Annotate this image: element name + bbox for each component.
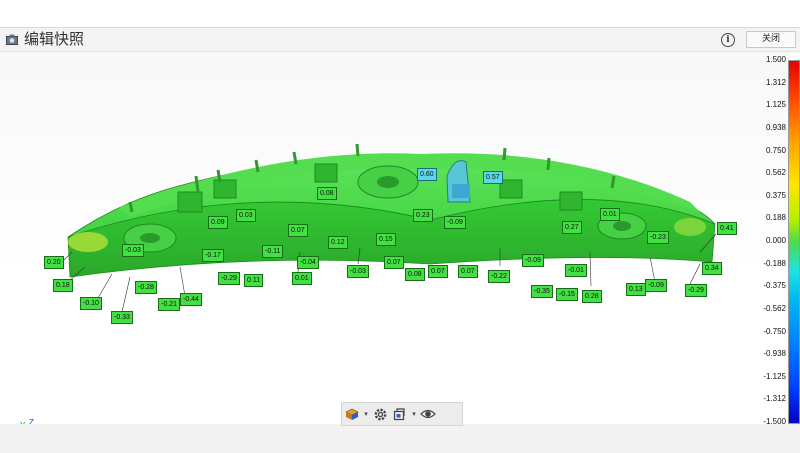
- title-bar: 编辑快照 i 关闭: [0, 27, 800, 52]
- color-scale-tick: -0.938: [763, 349, 786, 359]
- color-scale-bar: [788, 60, 800, 424]
- display-mode-button[interactable]: [342, 404, 362, 424]
- deviation-label: -0.03: [347, 265, 369, 278]
- color-scale-tick: -0.562: [763, 303, 786, 313]
- deviation-label: 0.07: [458, 265, 478, 278]
- deviation-label: -0.10: [80, 297, 102, 310]
- deviation-label: -0.15: [556, 288, 578, 301]
- chevron-down-icon[interactable]: ▾: [362, 410, 370, 418]
- deviation-label: -0.29: [685, 284, 707, 297]
- deviation-label: 0.12: [328, 236, 348, 249]
- color-scale-tick: -1.125: [763, 371, 786, 381]
- deviation-label: 0.41: [717, 222, 737, 235]
- deviation-label: 0.01: [292, 272, 312, 285]
- color-scale-tick: 1.500: [765, 55, 786, 64]
- deviation-label: -0.09: [444, 216, 466, 229]
- color-scale-tick: -0.188: [763, 258, 786, 268]
- settings-button[interactable]: [370, 404, 390, 424]
- close-button[interactable]: 关闭: [746, 31, 796, 48]
- color-scale-tick: 1.125: [765, 100, 786, 110]
- deviation-label: 0.07: [288, 224, 308, 237]
- deviation-label: -0.35: [531, 285, 553, 298]
- deviation-label: -0.33: [111, 311, 133, 324]
- deviation-label: 0.28: [582, 290, 602, 303]
- visibility-icon: [420, 409, 436, 419]
- deviation-label: 0.11: [244, 274, 264, 287]
- deviation-label: 0.03: [236, 209, 256, 222]
- color-scale-tick: 0.562: [765, 168, 786, 178]
- color-scale-tick: 0.375: [765, 190, 786, 200]
- color-scale-tick: 0.188: [765, 213, 786, 223]
- deviation-label: -0.29: [218, 272, 240, 285]
- deviation-label: 0.08: [317, 187, 337, 200]
- color-scale-tick: 0.750: [765, 145, 786, 155]
- deviation-label: -0.28: [135, 281, 157, 294]
- color-scale-tick: -1.500: [763, 417, 786, 426]
- color-scale-tick: -0.750: [763, 326, 786, 336]
- clip-button[interactable]: [390, 404, 410, 424]
- deviation-label: 0.07: [428, 265, 448, 278]
- deviation-label: 0.34: [702, 262, 722, 275]
- color-scale-tick: 0.000: [765, 236, 786, 245]
- deviation-label: 0.60: [417, 168, 437, 181]
- color-scale-tick: 1.312: [765, 77, 786, 87]
- deviation-label: -0.44: [180, 293, 202, 306]
- info-icon[interactable]: i: [721, 33, 735, 47]
- deviation-label: 0.57: [483, 171, 503, 184]
- deviation-label: 0.09: [208, 216, 228, 229]
- settings-icon: [374, 408, 386, 420]
- deviation-label: 0.23: [413, 209, 433, 222]
- 3d-viewport[interactable]: 0.20 0.18 -0.10 -0.33 -0.03 -0.28 -0.21 -0.44 0.…: [0, 52, 790, 445]
- deviation-label: 0.07: [384, 256, 404, 269]
- color-scale-tick: -0.375: [763, 281, 786, 291]
- deviation-label: -0.11: [262, 245, 284, 258]
- camera-icon: [6, 34, 18, 45]
- deviation-label: 0.13: [626, 283, 646, 296]
- deviation-label: 0.18: [53, 279, 73, 292]
- center-hub: [357, 165, 419, 199]
- deviation-label: -0.01: [565, 264, 587, 277]
- deviation-label: 0.08: [405, 268, 425, 281]
- deviation-label: 0.01: [600, 208, 620, 221]
- chevron-down-icon[interactable]: ▾: [410, 410, 418, 418]
- display-mode-icon: [345, 408, 359, 420]
- deviation-label: -0.17: [202, 249, 224, 262]
- deviation-label: -0.22: [488, 270, 510, 283]
- window-title: 编辑快照: [24, 30, 85, 48]
- deviation-label: -0.09: [645, 279, 667, 292]
- deviation-label: -0.23: [647, 231, 669, 244]
- deviation-label: 0.27: [562, 221, 582, 234]
- color-scale-tick: -1.312: [763, 394, 786, 404]
- deviation-label: 0.15: [376, 233, 396, 246]
- deviation-label: -0.09: [522, 254, 544, 267]
- deviation-label: 0.20: [44, 256, 64, 269]
- clip-icon: [393, 408, 405, 421]
- deviation-label: -0.04: [297, 256, 319, 269]
- view-toolbar: ▾ ▾: [341, 402, 463, 426]
- color-scale-tick: 0.938: [765, 122, 786, 132]
- visibility-button[interactable]: [418, 404, 438, 424]
- deviation-label: -0.21: [158, 298, 180, 311]
- bottom-strip: [0, 424, 800, 453]
- deviation-label: -0.03: [122, 244, 144, 257]
